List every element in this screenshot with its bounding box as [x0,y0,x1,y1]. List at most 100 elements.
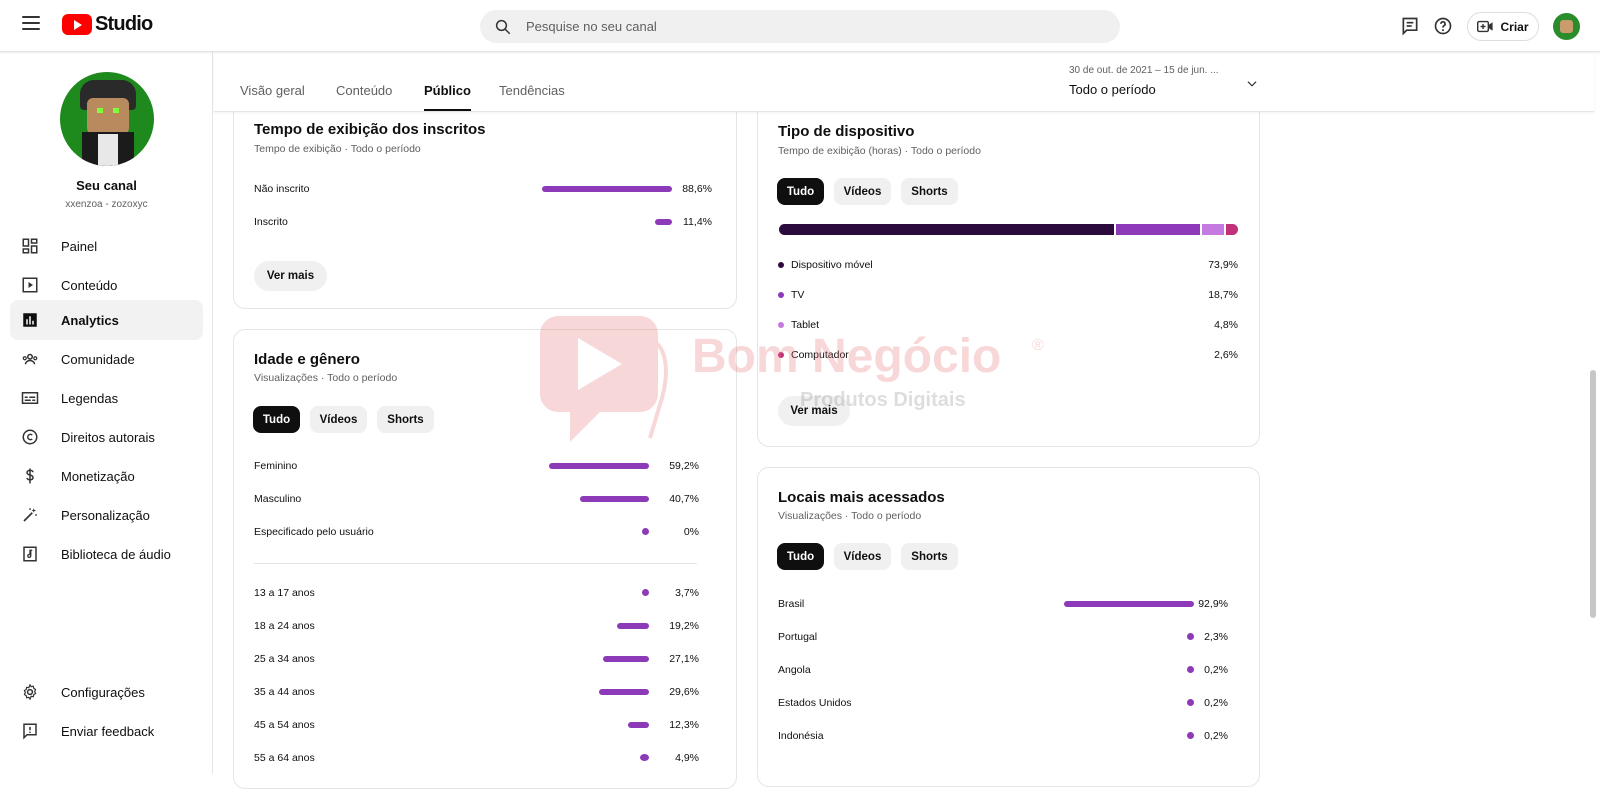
settings-icon [20,682,40,702]
card-title: Tempo de exibição dos inscritos [254,121,486,138]
row-value: 0,2% [1204,664,1228,676]
percent-bar [655,219,672,225]
logo-text: Studio [95,13,153,35]
card-subtitle: Visualizações · Todo o período [778,510,922,522]
location-row: Angola 0,2% [778,662,1238,678]
account-avatar[interactable] [1553,13,1580,40]
percent-bar [628,722,649,728]
percent-bar [542,186,672,192]
location-row: Portugal 2,3% [778,629,1238,645]
period-label: Todo o período [1069,82,1156,97]
comment-icon[interactable] [1400,16,1420,36]
device-bar-segment [1202,224,1225,235]
tab-tendencias[interactable]: Tendências [499,83,565,98]
search-input[interactable] [526,19,1086,34]
device-row: TV 18,7% [778,287,1238,303]
sidebar-item-biblioteca-de-audio[interactable]: Biblioteca de áudio [10,534,203,574]
tab-conteudo[interactable]: Conteúdo [336,83,392,98]
search-icon [495,19,511,34]
filter-chip-tudo[interactable]: Tudo [777,543,824,570]
see-more-button[interactable]: Ver mais [254,261,327,291]
row-value: 11,4% [683,216,712,228]
filter-chip-videos[interactable]: Vídeos [310,406,367,433]
help-icon[interactable] [1433,16,1453,36]
search-bar[interactable] [480,10,1120,43]
see-more-button[interactable]: Ver mais [778,396,850,426]
sidebar-item-label: Conteúdo [61,277,118,293]
row-value: 40,7% [669,493,699,505]
filter-chip-shorts[interactable]: Shorts [901,543,958,570]
age-row: 55 a 64 anos 4,9% [254,750,714,766]
gender-row: Especificado pelo usuário 0% [254,524,714,540]
card-title: Locais mais acessados [778,489,945,506]
percent-bar [603,656,649,662]
location-row: Estados Unidos 0,2% [778,695,1238,711]
sidebar-item-label: Direitos autorais [61,429,155,445]
device-type-card: Tipo de dispositivo Tempo de exibição (h… [757,90,1260,447]
studio-logo[interactable]: Studio [62,13,153,36]
sidebar-item-label: Legendas [61,390,119,406]
filter-chip-tudo[interactable]: Tudo [777,178,824,205]
row-label: Inscrito [254,216,288,228]
divider [254,563,697,564]
tab-visao-geral[interactable]: Visão geral [240,83,305,98]
row-value: 3,7% [675,587,699,599]
row-label: Computador [791,349,849,361]
filter-chip-videos[interactable]: Vídeos [834,178,891,205]
subtitles-icon [20,388,40,408]
dashboard-icon [20,236,40,256]
age-row: 25 a 34 anos 27,1% [254,651,714,667]
channel-avatar[interactable] [60,72,154,166]
row-label: Estados Unidos [778,697,852,709]
row-label: Feminino [254,460,298,472]
chevron-down-icon [1247,81,1257,87]
sidebar-item-analytics[interactable]: Analytics [10,300,203,340]
row-label: Tablet [791,319,820,331]
sidebar-item-legendas[interactable]: Legendas [10,378,203,418]
sidebar-item-comunidade[interactable]: Comunidade [10,339,203,379]
card-subtitle: Visualizações · Todo o período [254,372,398,384]
sidebar-item-conteudo[interactable]: Conteúdo [10,265,203,305]
community-icon [20,349,40,369]
row-label: Brasil [778,598,805,610]
card-subtitle: Tempo de exibição (horas) · Todo o perío… [778,145,981,157]
percent-bar [616,623,649,629]
filter-chip-tudo[interactable]: Tudo [253,406,300,433]
sidebar-item-personalizacao[interactable]: Personalização [10,495,203,535]
location-row: Brasil 92,9% [778,596,1238,612]
percent-dot [642,528,649,535]
row-value: 92,9% [1198,598,1228,610]
sidebar-item-configuracoes[interactable]: Configurações [10,672,203,712]
location-row: Indonésia 0,2% [778,728,1238,744]
filter-chip-videos[interactable]: Vídeos [834,543,891,570]
video-add-icon [1477,20,1494,33]
row-value: 29,6% [669,686,699,698]
percent-dot [642,589,649,596]
filter-chip-shorts[interactable]: Shorts [377,406,434,433]
sidebar-item-monetizacao[interactable]: Monetização [10,456,203,496]
age-gender-card: Idade e gênero Visualizações · Todo o pe… [233,329,737,789]
tab-publico[interactable]: Público [424,83,471,111]
channel-name: Seu canal [76,178,137,193]
row-label: 25 a 34 anos [254,653,315,665]
sidebar-item-enviar-feedback[interactable]: Enviar feedback [10,711,203,751]
device-row: Tablet 4,8% [778,317,1238,333]
copyright-icon [20,427,40,447]
sidebar-item-direitos-autorais[interactable]: Direitos autorais [10,417,203,457]
period-selector[interactable]: 30 de out. de 2021 – 15 de jun. ... Todo… [1069,65,1269,97]
gender-row: Masculino 40,7% [254,491,714,507]
sidebar-item-painel[interactable]: Painel [10,226,203,266]
sidebar-item-label: Painel [61,238,98,254]
percent-dot [640,754,649,761]
create-button[interactable]: Criar [1467,12,1539,41]
page-scrollbar[interactable] [1590,370,1596,618]
analytics-icon [20,310,40,330]
row-label: 45 a 54 anos [254,719,315,731]
subscriber-row: Inscrito 11,4% [254,214,714,230]
filter-chip-shorts[interactable]: Shorts [901,178,958,205]
card-title: Idade e gênero [254,351,360,368]
row-label: 18 a 24 anos [254,620,315,632]
menu-icon[interactable] [22,16,40,30]
device-row: Dispositivo móvel 73,9% [778,257,1238,273]
age-row: 13 a 17 anos 3,7% [254,585,714,601]
